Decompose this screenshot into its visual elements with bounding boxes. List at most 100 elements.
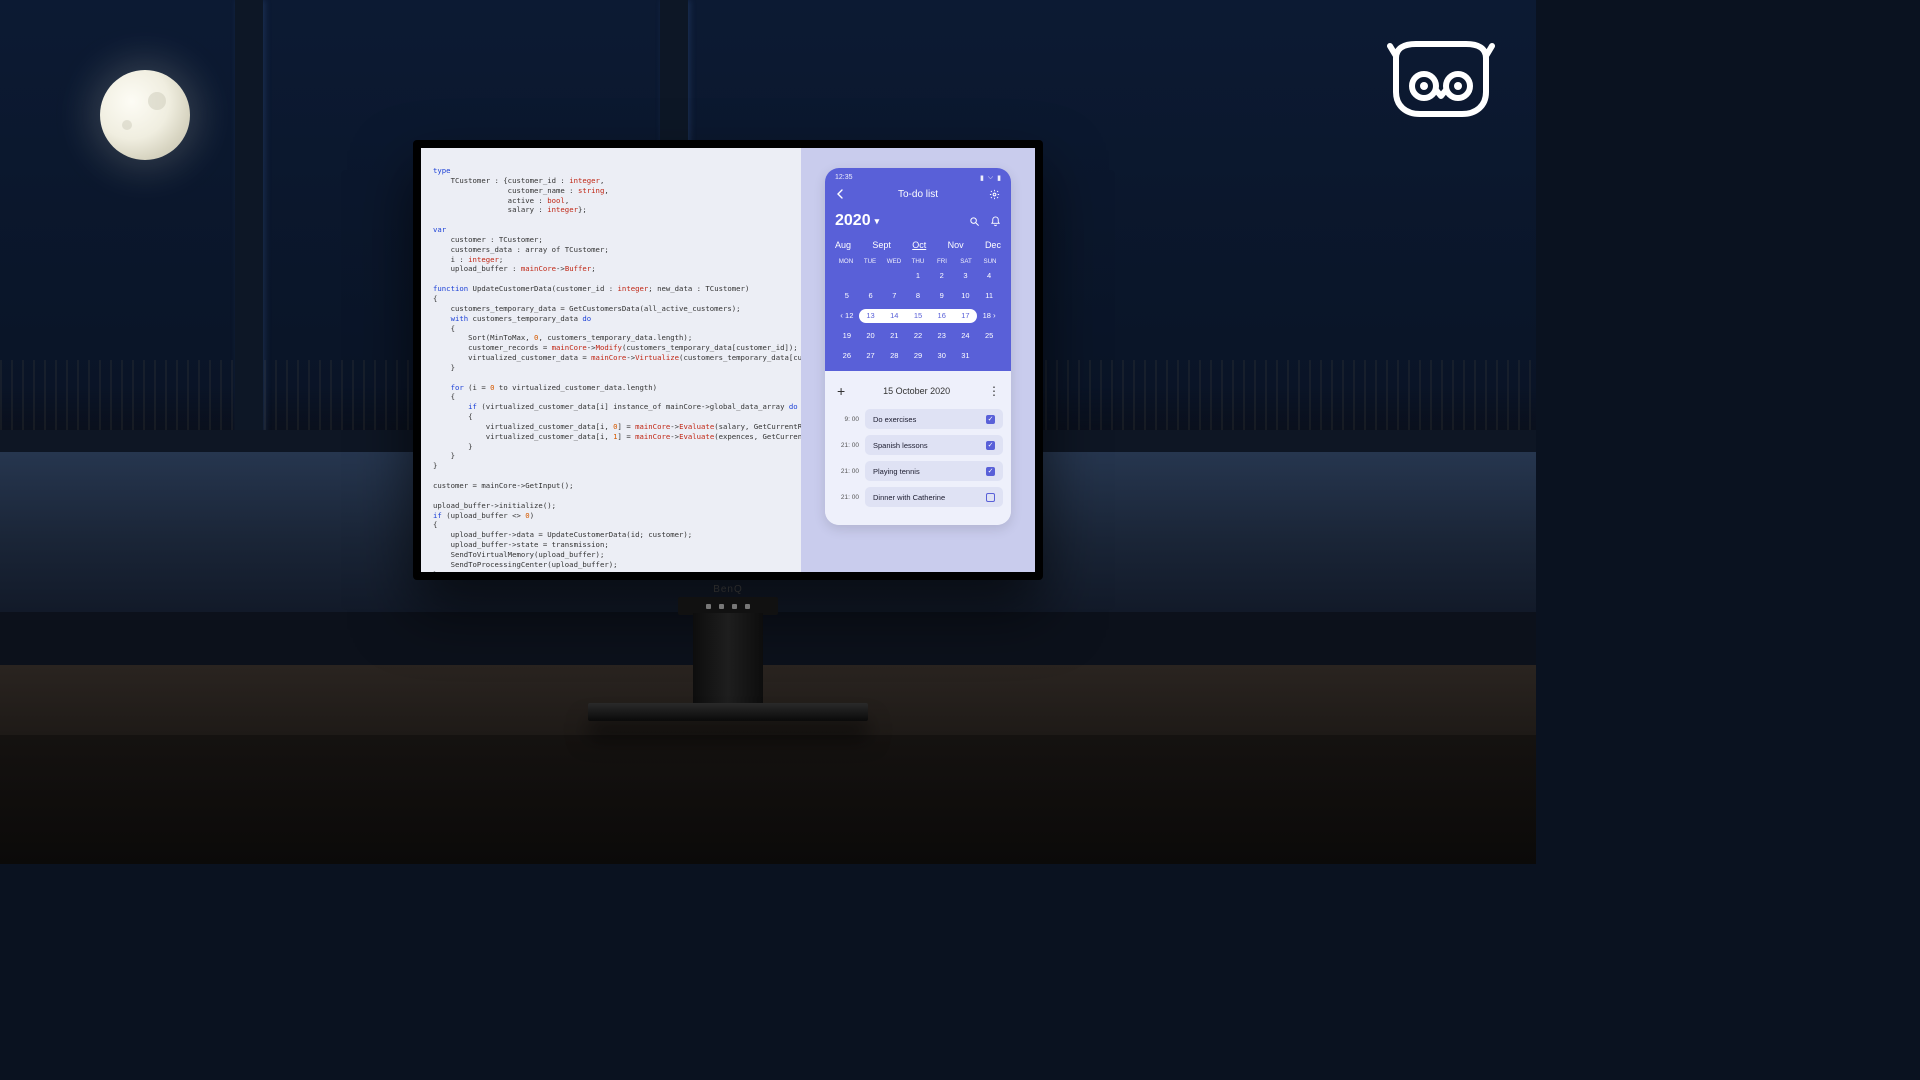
- status-clock: 12:35: [835, 174, 853, 182]
- more-menu-icon[interactable]: ⋮: [988, 384, 999, 398]
- calendar-day[interactable]: 10: [954, 289, 978, 303]
- calendar-day[interactable]: 2: [930, 269, 954, 283]
- calendar-day[interactable]: 15: [906, 309, 930, 323]
- calendar-day[interactable]: 7: [882, 289, 906, 303]
- search-icon[interactable]: [969, 216, 980, 227]
- phone-header: 12:35 ▮ ⌵ ▮ To-do list: [825, 168, 1011, 371]
- month-tab[interactable]: Aug: [835, 240, 851, 250]
- month-tab[interactable]: Dec: [985, 240, 1001, 250]
- calendar-day[interactable]: 6: [859, 289, 883, 303]
- weekday-label: MON: [835, 258, 857, 265]
- calendar-day[interactable]: 26: [835, 349, 859, 363]
- signal-icon: ▮: [980, 174, 984, 182]
- calendar-day[interactable]: 29: [906, 349, 930, 363]
- calendar-day[interactable]: 28: [882, 349, 906, 363]
- month-tabs: Aug Sept Oct Nov Dec: [835, 240, 1001, 250]
- phone-status-bar: 12:35 ▮ ⌵ ▮: [835, 174, 1001, 182]
- moon: [100, 70, 190, 160]
- task-checkbox[interactable]: [986, 493, 995, 502]
- calendar-day[interactable]: 22: [906, 329, 930, 343]
- control-dot: [706, 604, 711, 609]
- calendar-grid: 1234567891011‹ 12131415161718 ›192021222…: [835, 269, 1001, 363]
- calendar-day[interactable]: 27: [859, 349, 883, 363]
- control-dot: [732, 604, 737, 609]
- monitor-screen: type TCustomer : {customer_id : integer,…: [421, 148, 1035, 572]
- calendar-day[interactable]: 24: [954, 329, 978, 343]
- calendar-day[interactable]: 3: [954, 269, 978, 283]
- task-label: Playing tennis: [873, 467, 920, 476]
- calendar-day[interactable]: 17: [954, 309, 978, 323]
- monitor-brand: BenQ: [413, 584, 1043, 595]
- weekday-header: MONTUEWEDTHUFRISATSUN: [835, 258, 1001, 265]
- calendar-day[interactable]: 31: [954, 349, 978, 363]
- next-week-icon[interactable]: ›: [993, 311, 996, 320]
- task-checkbox[interactable]: [986, 467, 995, 476]
- month-tab[interactable]: Oct: [912, 240, 926, 250]
- window-frame: [235, 0, 263, 434]
- task-time: 9: 00: [833, 416, 859, 423]
- calendar-day[interactable]: 30: [930, 349, 954, 363]
- selected-date: 15 October 2020: [883, 386, 950, 396]
- phone-mockup: 12:35 ▮ ⌵ ▮ To-do list: [825, 168, 1011, 525]
- calendar-day[interactable]: 11: [977, 289, 1001, 303]
- calendar-day[interactable]: 25: [977, 329, 1001, 343]
- phone-body: + 15 October 2020 ⋮ 9: 00 Do exercises 21:…: [825, 371, 1011, 525]
- control-dot: [719, 604, 724, 609]
- task-label: Do exercises: [873, 415, 916, 424]
- prev-week-icon[interactable]: ‹: [840, 311, 843, 320]
- task-pill[interactable]: Playing tennis: [865, 461, 1003, 481]
- task-pill[interactable]: Do exercises: [865, 409, 1003, 429]
- add-task-button[interactable]: +: [837, 383, 845, 399]
- back-icon[interactable]: [835, 188, 847, 200]
- calendar-day[interactable]: 4: [977, 269, 1001, 283]
- battery-icon: ▮: [997, 174, 1001, 182]
- calendar-day[interactable]: 13: [859, 309, 883, 323]
- calendar-day[interactable]: 9: [930, 289, 954, 303]
- calendar-day[interactable]: ‹ 12: [835, 309, 859, 323]
- gear-icon[interactable]: [989, 188, 1001, 200]
- code-editor-pane: type TCustomer : {customer_id : integer,…: [421, 148, 801, 572]
- weekday-label: THU: [907, 258, 929, 265]
- weekday-label: SUN: [979, 258, 1001, 265]
- task-checkbox[interactable]: [986, 415, 995, 424]
- phone-preview-pane: 12:35 ▮ ⌵ ▮ To-do list: [801, 148, 1035, 572]
- calendar-day[interactable]: 23: [930, 329, 954, 343]
- month-tab[interactable]: Sept: [872, 240, 891, 250]
- task-time: 21: 00: [833, 494, 859, 501]
- weekday-label: WED: [883, 258, 905, 265]
- task-row: 21: 00 Dinner with Catherine: [833, 487, 1003, 507]
- chevron-down-icon: ▾: [875, 216, 880, 227]
- calendar-day[interactable]: 5: [835, 289, 859, 303]
- task-row: 21: 00Playing tennis: [833, 461, 1003, 481]
- calendar-day[interactable]: 16: [930, 309, 954, 323]
- monitor: type TCustomer : {customer_id : integer,…: [413, 140, 1043, 721]
- task-pill[interactable]: Spanish lessons: [865, 435, 1003, 455]
- owl-logo-icon: [1386, 40, 1496, 118]
- monitor-neck: [693, 613, 763, 703]
- weekday-label: FRI: [931, 258, 953, 265]
- calendar-day[interactable]: 20: [859, 329, 883, 343]
- desk-front: [0, 735, 1536, 864]
- calendar-day: [835, 269, 859, 283]
- monitor-bezel: type TCustomer : {customer_id : integer,…: [413, 140, 1043, 580]
- bell-icon[interactable]: [990, 216, 1001, 227]
- year-selector[interactable]: 2020▾: [835, 212, 879, 230]
- weekday-label: TUE: [859, 258, 881, 265]
- monitor-base: [588, 703, 868, 721]
- calendar-day[interactable]: 14: [882, 309, 906, 323]
- task-time: 21: 00: [833, 442, 859, 449]
- month-tab[interactable]: Nov: [948, 240, 964, 250]
- calendar-day[interactable]: 19: [835, 329, 859, 343]
- source-code: type TCustomer : {customer_id : integer,…: [433, 166, 791, 572]
- task-checkbox[interactable]: [986, 441, 995, 450]
- task-row: 21: 00 Spanish lessons: [833, 435, 1003, 455]
- calendar-day[interactable]: 21: [882, 329, 906, 343]
- task-row: 9: 00 Do exercises: [833, 409, 1003, 429]
- calendar-day[interactable]: 1: [906, 269, 930, 283]
- calendar-day[interactable]: 18 ›: [977, 309, 1001, 323]
- app-title: To-do list: [898, 189, 938, 200]
- task-label: Dinner with Catherine: [873, 493, 945, 502]
- task-pill[interactable]: Dinner with Catherine: [865, 487, 1003, 507]
- weekday-label: SAT: [955, 258, 977, 265]
- calendar-day[interactable]: 8: [906, 289, 930, 303]
